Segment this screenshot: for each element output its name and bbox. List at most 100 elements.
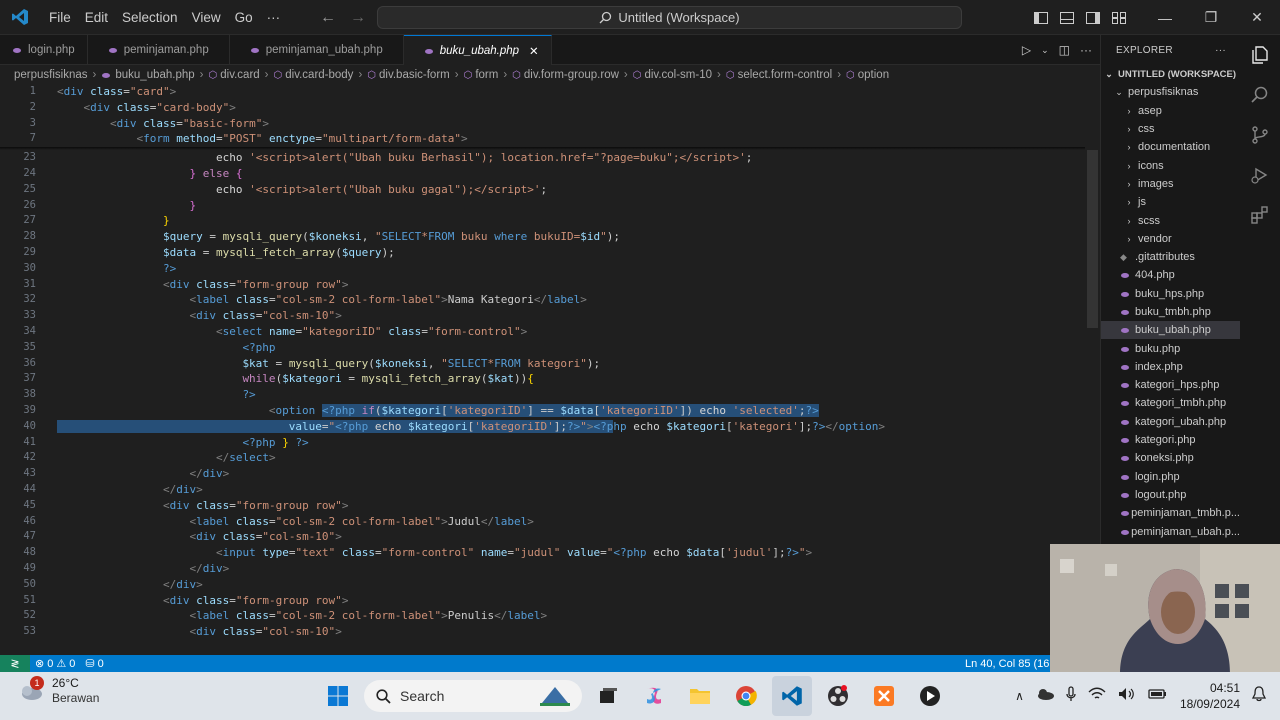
explorer-folder[interactable]: › documentation [1101, 138, 1240, 156]
editor-scrollbar[interactable] [1087, 150, 1098, 328]
explorer-file[interactable]: logout.php [1101, 486, 1240, 504]
code-text[interactable]: <div class="card-body"> [57, 100, 236, 116]
toggle-secondary-sidebar-icon[interactable] [1080, 0, 1106, 35]
chrome-icon[interactable] [726, 676, 766, 716]
explorer-folder[interactable]: › js [1101, 193, 1240, 211]
tab-peminjaman-ubah[interactable]: peminjaman_ubah.php [230, 35, 404, 65]
code-text[interactable]: } [57, 198, 196, 214]
battery-icon[interactable] [1148, 687, 1168, 706]
close-tab-icon[interactable]: ✕ [529, 44, 539, 58]
explorer-icon[interactable] [1240, 35, 1280, 75]
code-text[interactable]: <?php [57, 340, 275, 356]
code-text[interactable]: </div> [57, 577, 203, 593]
forward-arrow-icon[interactable]: → [350, 9, 366, 27]
code-text[interactable]: <div class="col-sm-10"> [57, 308, 341, 324]
code-text[interactable]: <label class="col-sm-2 col-form-label">N… [57, 292, 586, 308]
code-text[interactable]: <?php } ?> [57, 435, 308, 451]
menu-file[interactable]: File [42, 0, 78, 35]
breadcrumb-item[interactable]: div.basic-form [379, 69, 450, 81]
breadcrumb-item[interactable]: div.col-sm-10 [644, 69, 712, 81]
task-view-icon[interactable] [588, 676, 628, 716]
search-icon[interactable] [1240, 75, 1280, 115]
explorer-file[interactable]: peminjaman_tmbh.p... [1101, 504, 1240, 522]
explorer-file[interactable]: buku_ubah.php [1101, 321, 1240, 340]
explorer-folder[interactable]: › vendor [1101, 230, 1240, 248]
problems-indicator[interactable]: ⊗ 0 ⚠ 0 [30, 657, 80, 671]
minimize-button[interactable]: — [1142, 0, 1188, 35]
run-icon[interactable]: ▷ [1022, 43, 1031, 57]
explorer-file[interactable]: index.php [1101, 358, 1240, 376]
explorer-file[interactable]: buku.php [1101, 339, 1240, 357]
toggle-primary-sidebar-icon[interactable] [1028, 0, 1054, 35]
code-text[interactable]: <input type="text" class="form-control" … [57, 545, 812, 561]
split-editor-icon[interactable]: ◫ [1059, 43, 1070, 57]
more-actions-icon[interactable]: ··· [1080, 43, 1092, 57]
code-text[interactable]: $data = mysqli_fetch_array($query); [57, 245, 395, 261]
chevron-down-icon[interactable]: ⌄ [1041, 45, 1049, 56]
explorer-folder[interactable]: › css [1101, 120, 1240, 138]
more-menu-button[interactable]: ··· [260, 0, 288, 35]
code-text[interactable]: <div class="card"> [57, 84, 176, 100]
back-arrow-icon[interactable]: ← [320, 9, 336, 27]
explorer-file[interactable]: kategori_hps.php [1101, 376, 1240, 394]
xampp-icon[interactable] [864, 676, 904, 716]
breadcrumb-item[interactable]: form [475, 69, 498, 81]
code-text[interactable]: <div class="form-group row"> [57, 593, 348, 609]
taskbar-search[interactable]: Search [364, 680, 582, 712]
customize-layout-icon[interactable] [1106, 0, 1132, 35]
code-text[interactable]: <div class="col-sm-10"> [57, 529, 341, 545]
explorer-file[interactable]: 404.php [1101, 266, 1240, 284]
run-debug-icon[interactable] [1240, 155, 1280, 195]
close-window-button[interactable]: ✕ [1234, 0, 1280, 35]
code-text[interactable]: } else { [57, 166, 242, 182]
explorer-more-icon[interactable]: ··· [1215, 45, 1226, 56]
menu-edit[interactable]: Edit [78, 0, 115, 35]
toggle-panel-icon[interactable] [1054, 0, 1080, 35]
media-player-icon[interactable] [910, 676, 950, 716]
explorer-folder[interactable]: › asep [1101, 102, 1240, 120]
vscode-taskbar-icon[interactable] [772, 676, 812, 716]
explorer-folder[interactable]: › images [1101, 175, 1240, 193]
onedrive-icon[interactable] [1036, 687, 1054, 705]
code-text[interactable]: value="<?php echo $kategori['kategoriID'… [57, 419, 885, 435]
explorer-file[interactable]: kategori_tmbh.php [1101, 394, 1240, 412]
explorer-file[interactable]: buku_tmbh.php [1101, 303, 1240, 321]
breadcrumb-item[interactable]: div.form-group.row [524, 69, 619, 81]
breadcrumb-item[interactable]: perpusfisiknas [14, 69, 88, 81]
copilot-icon[interactable] [634, 676, 674, 716]
code-editor[interactable]: 1 <div class="card"> 2 <div class="card-bo… [0, 84, 1100, 654]
code-text[interactable]: </div> [57, 561, 229, 577]
explorer-folder[interactable]: › icons [1101, 156, 1240, 174]
tab-buku-ubah[interactable]: buku_ubah.php ✕ [403, 35, 552, 65]
code-text[interactable]: ?> [57, 261, 176, 277]
code-text[interactable]: <div class="col-sm-10"> [57, 624, 341, 640]
explorer-file[interactable]: koneksi.php [1101, 449, 1240, 467]
breadcrumb-item[interactable]: div.card-body [285, 69, 353, 81]
explorer-file[interactable]: ◆ .gitattributes [1101, 248, 1240, 266]
chevron-up-icon[interactable]: ∧ [1015, 689, 1024, 703]
code-text[interactable]: echo '<script>alert("Ubah buku gagal");<… [57, 182, 547, 198]
explorer-folder[interactable]: › scss [1101, 211, 1240, 229]
tab-login[interactable]: login.php [0, 35, 88, 65]
clock[interactable]: 04:51 18/09/2024 [1180, 680, 1240, 712]
code-text[interactable]: </select> [57, 450, 276, 466]
wifi-icon[interactable] [1088, 687, 1106, 706]
source-control-icon[interactable] [1240, 115, 1280, 155]
code-text[interactable]: $kat = mysqli_query($koneksi, "SELECT*FR… [57, 356, 600, 372]
code-text[interactable]: <div class="form-group row"> [57, 277, 348, 293]
explorer-file[interactable]: buku_hps.php [1101, 285, 1240, 303]
code-text[interactable]: while($kategori = mysqli_fetch_array($ka… [57, 371, 533, 387]
weather-widget[interactable]: 1 26°C Berawan [18, 676, 99, 706]
menu-selection[interactable]: Selection [115, 0, 185, 35]
explorer-file[interactable]: kategori_ubah.php [1101, 413, 1240, 431]
breadcrumb-item[interactable]: select.form-control [738, 69, 833, 81]
code-text[interactable]: </div> [57, 466, 229, 482]
command-center-search[interactable]: Untitled (Workspace) [377, 6, 962, 29]
volume-icon[interactable] [1118, 687, 1136, 706]
code-text[interactable]: </div> [57, 482, 203, 498]
explorer-file[interactable]: login.php [1101, 468, 1240, 486]
code-text[interactable]: <form method="POST" enctype="multipart/f… [57, 131, 467, 147]
code-text[interactable]: $query = mysqli_query($koneksi, "SELECT*… [57, 229, 620, 245]
notification-bell-icon[interactable] [1251, 685, 1267, 707]
code-text[interactable]: <div class="form-group row"> [57, 498, 348, 514]
